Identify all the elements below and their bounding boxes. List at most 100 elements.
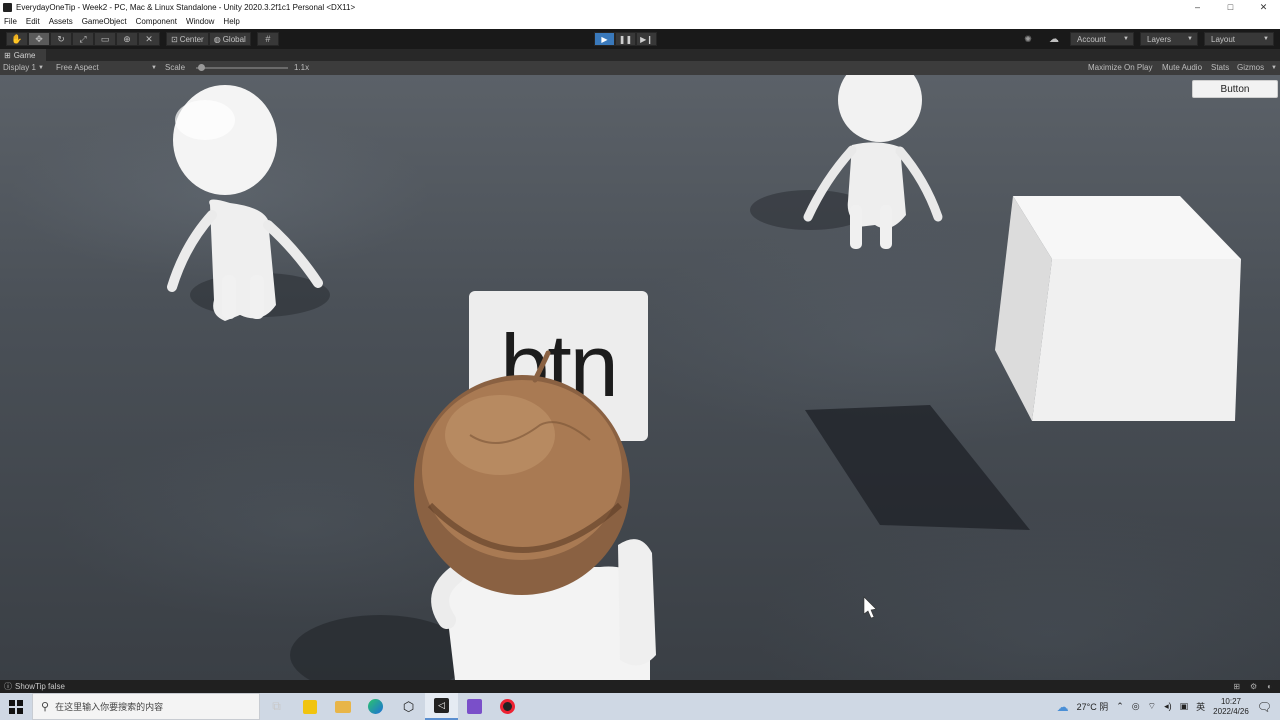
volume-icon[interactable]: ◂) [1164,701,1172,712]
unity-hub-icon[interactable]: ⬡ [392,693,425,720]
visual-studio-icon[interactable] [458,693,491,720]
maximize-button[interactable]: □ [1214,0,1247,14]
layers-label: Layers [1147,34,1172,44]
gizmos-dropdown[interactable]: Gizmos [1237,63,1264,72]
mute-audio-toggle[interactable]: Mute Audio [1162,63,1202,72]
account-label: Account [1077,34,1106,44]
player-render [414,350,877,680]
status-bar: ⓘ ShowTip false ⊞ ⚙ ◐ [0,680,1280,693]
aspect-dropdown[interactable]: Free Aspect [56,63,99,72]
pivot-global-button[interactable]: ◍ Global [208,32,251,46]
account-dropdown[interactable]: Account ▼ [1070,32,1134,46]
tab-game-label: Game [13,50,36,60]
weather-icon: ☁ [1056,699,1069,714]
transform-tool-icon[interactable]: ⊕ [116,32,138,46]
right-toolbar: ✺ ☁ Account ▼ Layers ▼ Layout ▼ [1018,32,1274,46]
chevron-down-icon: ▼ [1123,36,1129,42]
progress-icon: ◐ [1267,682,1272,691]
layout-dropdown[interactable]: Layout ▼ [1204,32,1274,46]
edge-browser-icon[interactable] [359,693,392,720]
ui-button[interactable]: Button [1192,80,1278,98]
menu-gameobject[interactable]: GameObject [82,17,127,26]
recorder-icon[interactable] [491,693,524,720]
menu-window[interactable]: Window [186,17,214,26]
unity-editor-icon[interactable]: ◁ [425,693,458,720]
language-indicator[interactable]: 英 [1196,700,1205,713]
mouse-cursor-icon [863,596,877,619]
wifi-icon[interactable]: ⌔ [1148,701,1156,712]
center-label: Center [179,34,204,44]
cloud-icon[interactable]: ☁ [1044,34,1064,45]
window-title: EverydayOneTip - Week2 - PC, Mac & Linux… [16,2,356,12]
main-toolbar: ✋ ✥ ↻ ⤢ ▭ ⊕ ✕ ⊡ Center ◍ Global # ▶ ❚❚ ▶❙ … [0,29,1280,49]
chevron-down-icon: ▼ [1263,36,1269,42]
game-viewport[interactable]: btn Button [0,75,1280,680]
pivot-tools: ⊡ Center ◍ Global [166,32,251,46]
chevron-down-icon: ▼ [1187,36,1193,42]
transform-tools: ✋ ✥ ↻ ⤢ ▭ ⊕ ✕ [6,32,160,46]
play-button[interactable]: ▶ [594,32,615,46]
input-method-icon[interactable]: ▣ [1180,701,1189,712]
weather-text[interactable]: 27°C 阴 [1077,700,1109,713]
sticky-notes-icon[interactable] [293,693,326,720]
task-view-icon[interactable]: ⧉ [260,693,293,720]
windows-logo-icon [9,699,23,714]
file-explorer-icon[interactable] [326,693,359,720]
menu-bar: File Edit Assets GameObject Component Wi… [0,14,1280,29]
rotate-tool-icon[interactable]: ↻ [50,32,72,46]
game-view-toolbar: Display 1 ▼ Free Aspect ▼ Scale 1.1x Max… [0,61,1280,75]
pause-button[interactable]: ❚❚ [615,32,636,46]
custom-tool-icon[interactable]: ✕ [138,32,160,46]
notification-icon[interactable]: 🗨 [1257,700,1272,714]
clock-date: 2022/4/26 [1213,706,1249,716]
scale-value: 1.1x [294,63,310,72]
tab-bar: ⊞ Game [0,49,1280,61]
search-icon: ⚲ [41,701,50,713]
menu-help[interactable]: Help [223,17,239,26]
close-button[interactable]: ✕ [1247,0,1280,14]
clock[interactable]: 10:27 2022/4/26 [1213,697,1249,717]
pivot-center-button[interactable]: ⊡ Center [166,32,209,46]
menu-file[interactable]: File [4,17,17,26]
ui-button-label: Button [1220,83,1250,95]
stats-toggle[interactable]: Stats [1211,63,1229,72]
game-tab-icon: ⊞ [4,50,11,60]
play-controls: ▶ ❚❚ ▶❙ [594,32,657,46]
minimize-button[interactable]: – [1181,0,1214,14]
hand-tool-icon[interactable]: ✋ [6,32,28,46]
windows-taskbar: ⚲ 在这里输入你要搜索的内容 ⧉ ⬡ ◁ ☁ 27°C 阴 ⌃ ◎ ⌔ ◂) ▣… [0,693,1280,720]
start-button[interactable] [0,693,32,720]
status-message[interactable]: ShowTip false [15,682,65,691]
global-label: Global [222,34,246,44]
clock-time: 10:27 [1220,696,1241,706]
move-tool-icon[interactable]: ✥ [28,32,50,46]
menu-edit[interactable]: Edit [26,17,40,26]
unity-app-icon [3,2,12,12]
step-button[interactable]: ▶❙ [636,32,657,46]
window-titlebar: EverydayOneTip - Week2 - PC, Mac & Linux… [0,0,1280,14]
scale-slider-track[interactable] [196,67,288,69]
compile-icon: ⚙ [1249,682,1258,691]
info-icon: ⓘ [4,682,12,691]
system-tray: ☁ 27°C 阴 ⌃ ◎ ⌔ ◂) ▣ 英 10:27 2022/4/26 🗨 [1057,693,1280,720]
grid-snap-icon[interactable]: # [256,32,279,46]
scale-tool-icon[interactable]: ⤢ [72,32,94,46]
taskbar-search[interactable]: ⚲ 在这里输入你要搜索的内容 [32,693,260,720]
global-icon: ◍ [213,34,221,44]
network-icon[interactable]: ◎ [1132,701,1140,712]
scale-slider-handle[interactable] [197,64,205,71]
player-character [414,350,656,680]
maximize-on-play-toggle[interactable]: Maximize On Play [1088,63,1152,72]
menu-component[interactable]: Component [136,17,177,26]
layers-dropdown[interactable]: Layers ▼ [1140,32,1198,46]
chevron-up-icon[interactable]: ⌃ [1116,701,1124,712]
menu-assets[interactable]: Assets [49,17,73,26]
search-placeholder: 在这里输入你要搜索的内容 [55,702,164,712]
chevron-down-icon: ▼ [1271,65,1277,71]
tab-game[interactable]: ⊞ Game [0,49,46,61]
layout-label: Layout [1211,34,1236,44]
display-dropdown[interactable]: Display 1 [3,63,36,72]
rect-tool-icon[interactable]: ▭ [94,32,116,46]
collab-icon[interactable]: ✺ [1018,34,1038,45]
chevron-down-icon: ▼ [38,65,44,71]
